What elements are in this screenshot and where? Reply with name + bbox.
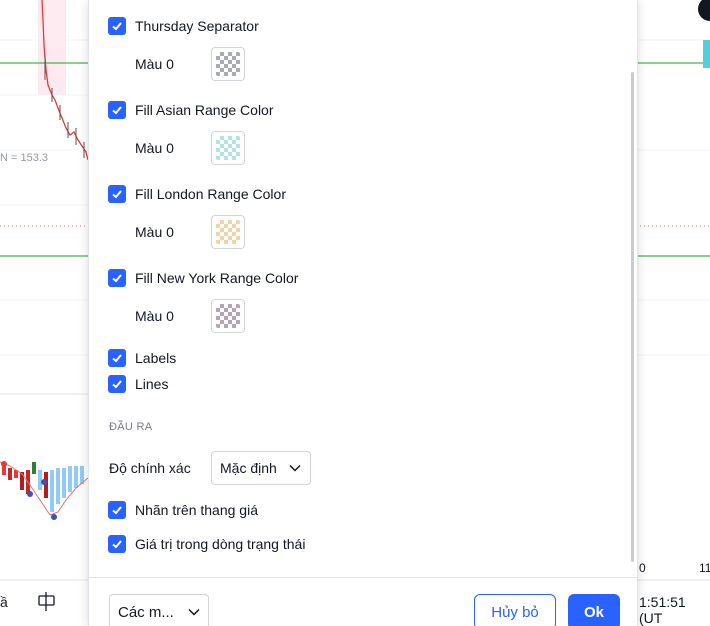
avatar-icon — [698, 0, 710, 21]
dialog-body: Thursday Separator Màu 0 Fill Asian Rang… — [89, 0, 637, 577]
thursday-separator-row[interactable]: Thursday Separator — [108, 16, 259, 36]
status-line-values-row[interactable]: Giá trị trong dòng trạng thái — [108, 534, 305, 554]
color-row: Màu 0 — [135, 299, 245, 333]
color-swatch — [216, 136, 240, 160]
axis-label: 11 — [699, 561, 710, 575]
chevron-down-icon — [188, 608, 200, 616]
price-scale-labels-row[interactable]: Nhãn trên thang giá — [108, 500, 258, 520]
row-label: Fill Asian Range Color — [135, 102, 274, 118]
color-label: Màu 0 — [135, 224, 174, 240]
color-label: Màu 0 — [135, 56, 174, 72]
color-swatch — [216, 304, 240, 328]
indicator-value-label: N = 153.3 — [0, 152, 49, 164]
fill-asian-range-row[interactable]: Fill Asian Range Color — [108, 100, 274, 120]
row-label: Fill London Range Color — [135, 186, 286, 202]
row-label: Thursday Separator — [135, 18, 259, 34]
labels-row[interactable]: Labels — [108, 348, 176, 368]
fill-london-range-row[interactable]: Fill London Range Color — [108, 184, 286, 204]
checkbox-checked-icon[interactable] — [108, 349, 126, 367]
checkbox-checked-icon[interactable] — [108, 501, 126, 519]
chevron-down-icon — [289, 464, 301, 472]
color-swatch — [216, 220, 240, 244]
dialog-footer: Các m... Hủy bỏ Ok — [89, 577, 637, 626]
color-swatch-button[interactable] — [211, 299, 245, 333]
checkbox-checked-icon[interactable] — [108, 269, 126, 287]
color-row: Màu 0 — [135, 215, 245, 249]
color-swatch-button[interactable] — [211, 131, 245, 165]
checkbox-checked-icon[interactable] — [108, 17, 126, 35]
axis-label: 0 — [639, 561, 646, 575]
precision-select[interactable]: Mặc định — [211, 451, 311, 485]
price-tag — [703, 40, 710, 68]
color-row: Màu 0 — [135, 131, 245, 165]
checkbox-checked-icon[interactable] — [108, 375, 126, 393]
scrollbar[interactable] — [629, 0, 635, 577]
checkbox-checked-icon[interactable] — [108, 101, 126, 119]
fill-new-york-range-row[interactable]: Fill New York Range Color — [108, 268, 298, 288]
bottom-left-text: ầ — [0, 594, 8, 610]
ok-button[interactable]: Ok — [568, 594, 620, 626]
checkbox-checked-icon[interactable] — [108, 535, 126, 553]
color-swatch-button[interactable] — [211, 47, 245, 81]
row-label: Giá trị trong dòng trạng thái — [135, 536, 306, 552]
row-label: Labels — [135, 350, 177, 366]
row-label: Lines — [135, 376, 169, 392]
row-label: Fill New York Range Color — [135, 270, 299, 286]
color-label: Màu 0 — [135, 308, 174, 324]
templates-dropdown[interactable]: Các m... — [109, 594, 209, 626]
lines-row[interactable]: Lines — [108, 374, 168, 394]
color-row: Màu 0 — [135, 47, 245, 81]
replay-icon — [38, 592, 55, 611]
color-swatch-button[interactable] — [211, 215, 245, 249]
indicator-settings-dialog: Thursday Separator Màu 0 Fill Asian Rang… — [88, 0, 638, 626]
templates-dropdown-value: Các m... — [118, 603, 174, 621]
precision-row: Độ chính xác Mặc định — [109, 451, 311, 485]
cancel-button[interactable]: Hủy bỏ — [474, 594, 556, 626]
color-label: Màu 0 — [135, 140, 174, 156]
precision-label: Độ chính xác — [109, 460, 191, 476]
row-label: Nhãn trên thang giá — [135, 502, 258, 518]
color-swatch — [216, 52, 240, 76]
checkbox-checked-icon[interactable] — [108, 185, 126, 203]
output-section-title: ĐẦU RA — [109, 421, 153, 433]
scrollbar-thumb[interactable] — [631, 72, 634, 562]
clock-time: 1:51:51 (UT — [639, 594, 686, 626]
precision-value: Mặc định — [220, 460, 277, 476]
